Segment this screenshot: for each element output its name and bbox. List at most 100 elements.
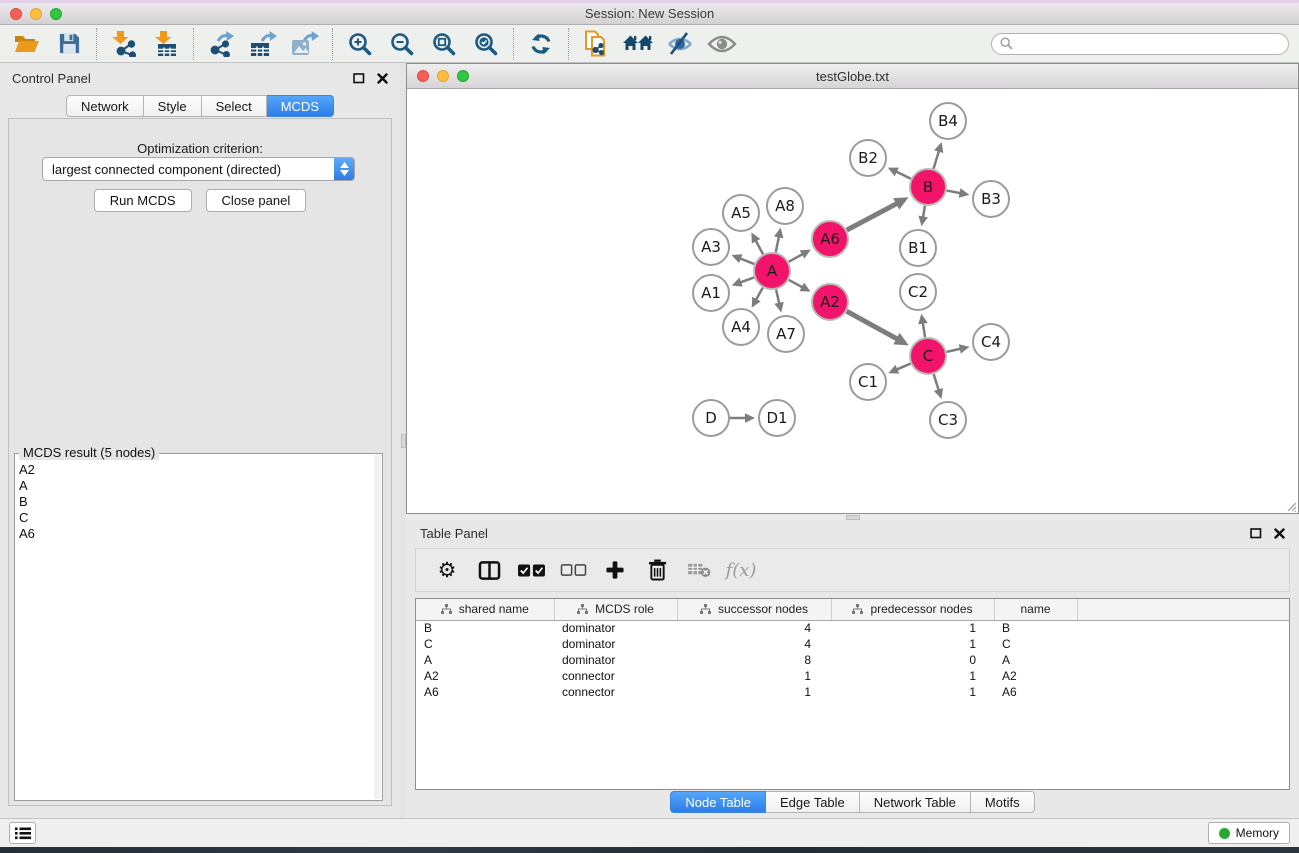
graph-node-C1[interactable]: C1 <box>850 364 886 400</box>
column-header[interactable]: name <box>994 599 1077 620</box>
show-details-button[interactable] <box>701 27 743 61</box>
zoom-out-button[interactable] <box>381 27 423 61</box>
export-image-button[interactable] <box>284 27 326 61</box>
graph-edge[interactable] <box>776 235 779 252</box>
graph-node-A1[interactable]: A1 <box>693 275 729 311</box>
graph-edge[interactable] <box>756 288 763 301</box>
delete-table-button[interactable] <box>680 552 718 588</box>
graph-edge[interactable] <box>934 374 939 391</box>
import-table-button[interactable] <box>145 27 187 61</box>
table-settings-button[interactable]: ⚙ <box>428 552 466 588</box>
graph-edge[interactable] <box>947 349 962 352</box>
tab-mcds[interactable]: MCDS <box>267 95 334 117</box>
divider-grip[interactable] <box>846 515 860 520</box>
mcds-result-item[interactable]: C <box>19 510 373 526</box>
table-cell[interactable]: 1 <box>677 668 831 684</box>
table-cell[interactable]: A6 <box>416 684 554 700</box>
graph-node-A3[interactable]: A3 <box>693 229 729 265</box>
table-cell[interactable]: connector <box>554 684 677 700</box>
import-network-button[interactable] <box>103 27 145 61</box>
table-row[interactable]: A2connector11A2 <box>416 668 1289 684</box>
table-row[interactable]: Cdominator41C <box>416 636 1289 652</box>
sessions-button[interactable] <box>617 27 659 61</box>
graph-node-B3[interactable]: B3 <box>973 181 1009 217</box>
mcds-result-item[interactable]: B <box>19 494 373 510</box>
column-header[interactable]: shared name <box>416 599 554 620</box>
network-window-titlebar[interactable]: testGlobe.txt <box>407 64 1298 89</box>
graph-edge[interactable] <box>895 171 911 179</box>
column-header[interactable]: predecessor nodes <box>831 599 994 620</box>
table-cell[interactable]: A2 <box>994 668 1077 684</box>
zoom-fit-button[interactable] <box>423 27 465 61</box>
search-input[interactable] <box>1018 37 1280 51</box>
graph-edge[interactable] <box>776 290 779 305</box>
table-cell[interactable] <box>1077 636 1289 652</box>
optimization-criterion-select[interactable]: largest connected component (directed) <box>42 157 355 181</box>
table-cell[interactable]: B <box>416 620 554 636</box>
table-cell[interactable]: A6 <box>994 684 1077 700</box>
duplicate-network-button[interactable] <box>575 27 617 61</box>
table-row[interactable]: A6connector11A6 <box>416 684 1289 700</box>
graph-node-D1[interactable]: D1 <box>759 400 795 436</box>
graph-node-C[interactable]: C <box>910 338 946 374</box>
table-row[interactable]: Bdominator41B <box>416 620 1289 636</box>
function-builder-button[interactable]: f(x) <box>722 552 760 588</box>
graph-edge[interactable] <box>896 364 911 371</box>
table-cell[interactable]: dominator <box>554 652 677 668</box>
graph-edge[interactable] <box>789 253 804 261</box>
table-cell[interactable]: 8 <box>677 652 831 668</box>
graph-node-C2[interactable]: C2 <box>900 274 936 310</box>
mcds-result-item[interactable]: A <box>19 478 373 494</box>
table-row[interactable]: Adominator80A <box>416 652 1289 668</box>
table-cell[interactable]: A <box>416 652 554 668</box>
graph-node-B2[interactable]: B2 <box>850 140 886 176</box>
table-cell[interactable] <box>1077 668 1289 684</box>
table-cell[interactable]: 4 <box>677 636 831 652</box>
tab-network-table[interactable]: Network Table <box>860 791 971 813</box>
deselect-all-button[interactable] <box>554 552 592 588</box>
tab-node-table[interactable]: Node Table <box>670 791 766 813</box>
column-header[interactable] <box>1077 599 1289 620</box>
delete-column-button[interactable] <box>638 552 676 588</box>
close-panel-button[interactable] <box>377 73 388 84</box>
tab-network[interactable]: Network <box>66 95 144 117</box>
graph-edge[interactable] <box>739 258 754 264</box>
graph-node-A8[interactable]: A8 <box>767 188 803 224</box>
hide-labels-button[interactable] <box>659 27 701 61</box>
table-cell[interactable]: B <box>994 620 1077 636</box>
export-network-button[interactable] <box>200 27 242 61</box>
graph-node-A6[interactable]: A6 <box>812 221 848 257</box>
table-cell[interactable]: 0 <box>831 652 994 668</box>
graph-node-A4[interactable]: A4 <box>723 309 759 345</box>
graph-node-B1[interactable]: B1 <box>900 230 936 266</box>
refresh-button[interactable] <box>520 27 562 61</box>
graph-edge[interactable] <box>923 322 925 338</box>
resize-grip-icon[interactable] <box>1284 499 1297 512</box>
export-table-button[interactable] <box>242 27 284 61</box>
table-cell[interactable] <box>1077 620 1289 636</box>
float-panel-button[interactable] <box>353 73 365 84</box>
table-cell[interactable]: dominator <box>554 620 677 636</box>
graph-edge[interactable] <box>755 239 763 254</box>
table-cell[interactable]: C <box>994 636 1077 652</box>
graph-node-A2[interactable]: A2 <box>812 284 848 320</box>
add-column-button[interactable] <box>596 552 634 588</box>
run-mcds-button[interactable]: Run MCDS <box>94 189 192 212</box>
table-cell[interactable]: 4 <box>677 620 831 636</box>
mcds-result-item[interactable]: A2 <box>19 462 373 478</box>
table-cell[interactable]: A2 <box>416 668 554 684</box>
column-header[interactable]: MCDS role <box>554 599 677 620</box>
graph-node-C3[interactable]: C3 <box>930 402 966 438</box>
graph-node-C4[interactable]: C4 <box>973 324 1009 360</box>
graph-node-A[interactable]: A <box>754 253 790 289</box>
table-cell[interactable]: 1 <box>831 620 994 636</box>
column-header[interactable]: successor nodes <box>677 599 831 620</box>
close-table-panel-button[interactable] <box>1274 528 1285 539</box>
divider-grip[interactable] <box>401 434 406 448</box>
graph-edge[interactable] <box>739 277 754 282</box>
graph-edge[interactable] <box>934 150 940 169</box>
tab-motifs[interactable]: Motifs <box>971 791 1035 813</box>
graph-edge[interactable] <box>847 311 899 339</box>
tab-edge-table[interactable]: Edge Table <box>766 791 860 813</box>
table-cell[interactable]: 1 <box>677 684 831 700</box>
